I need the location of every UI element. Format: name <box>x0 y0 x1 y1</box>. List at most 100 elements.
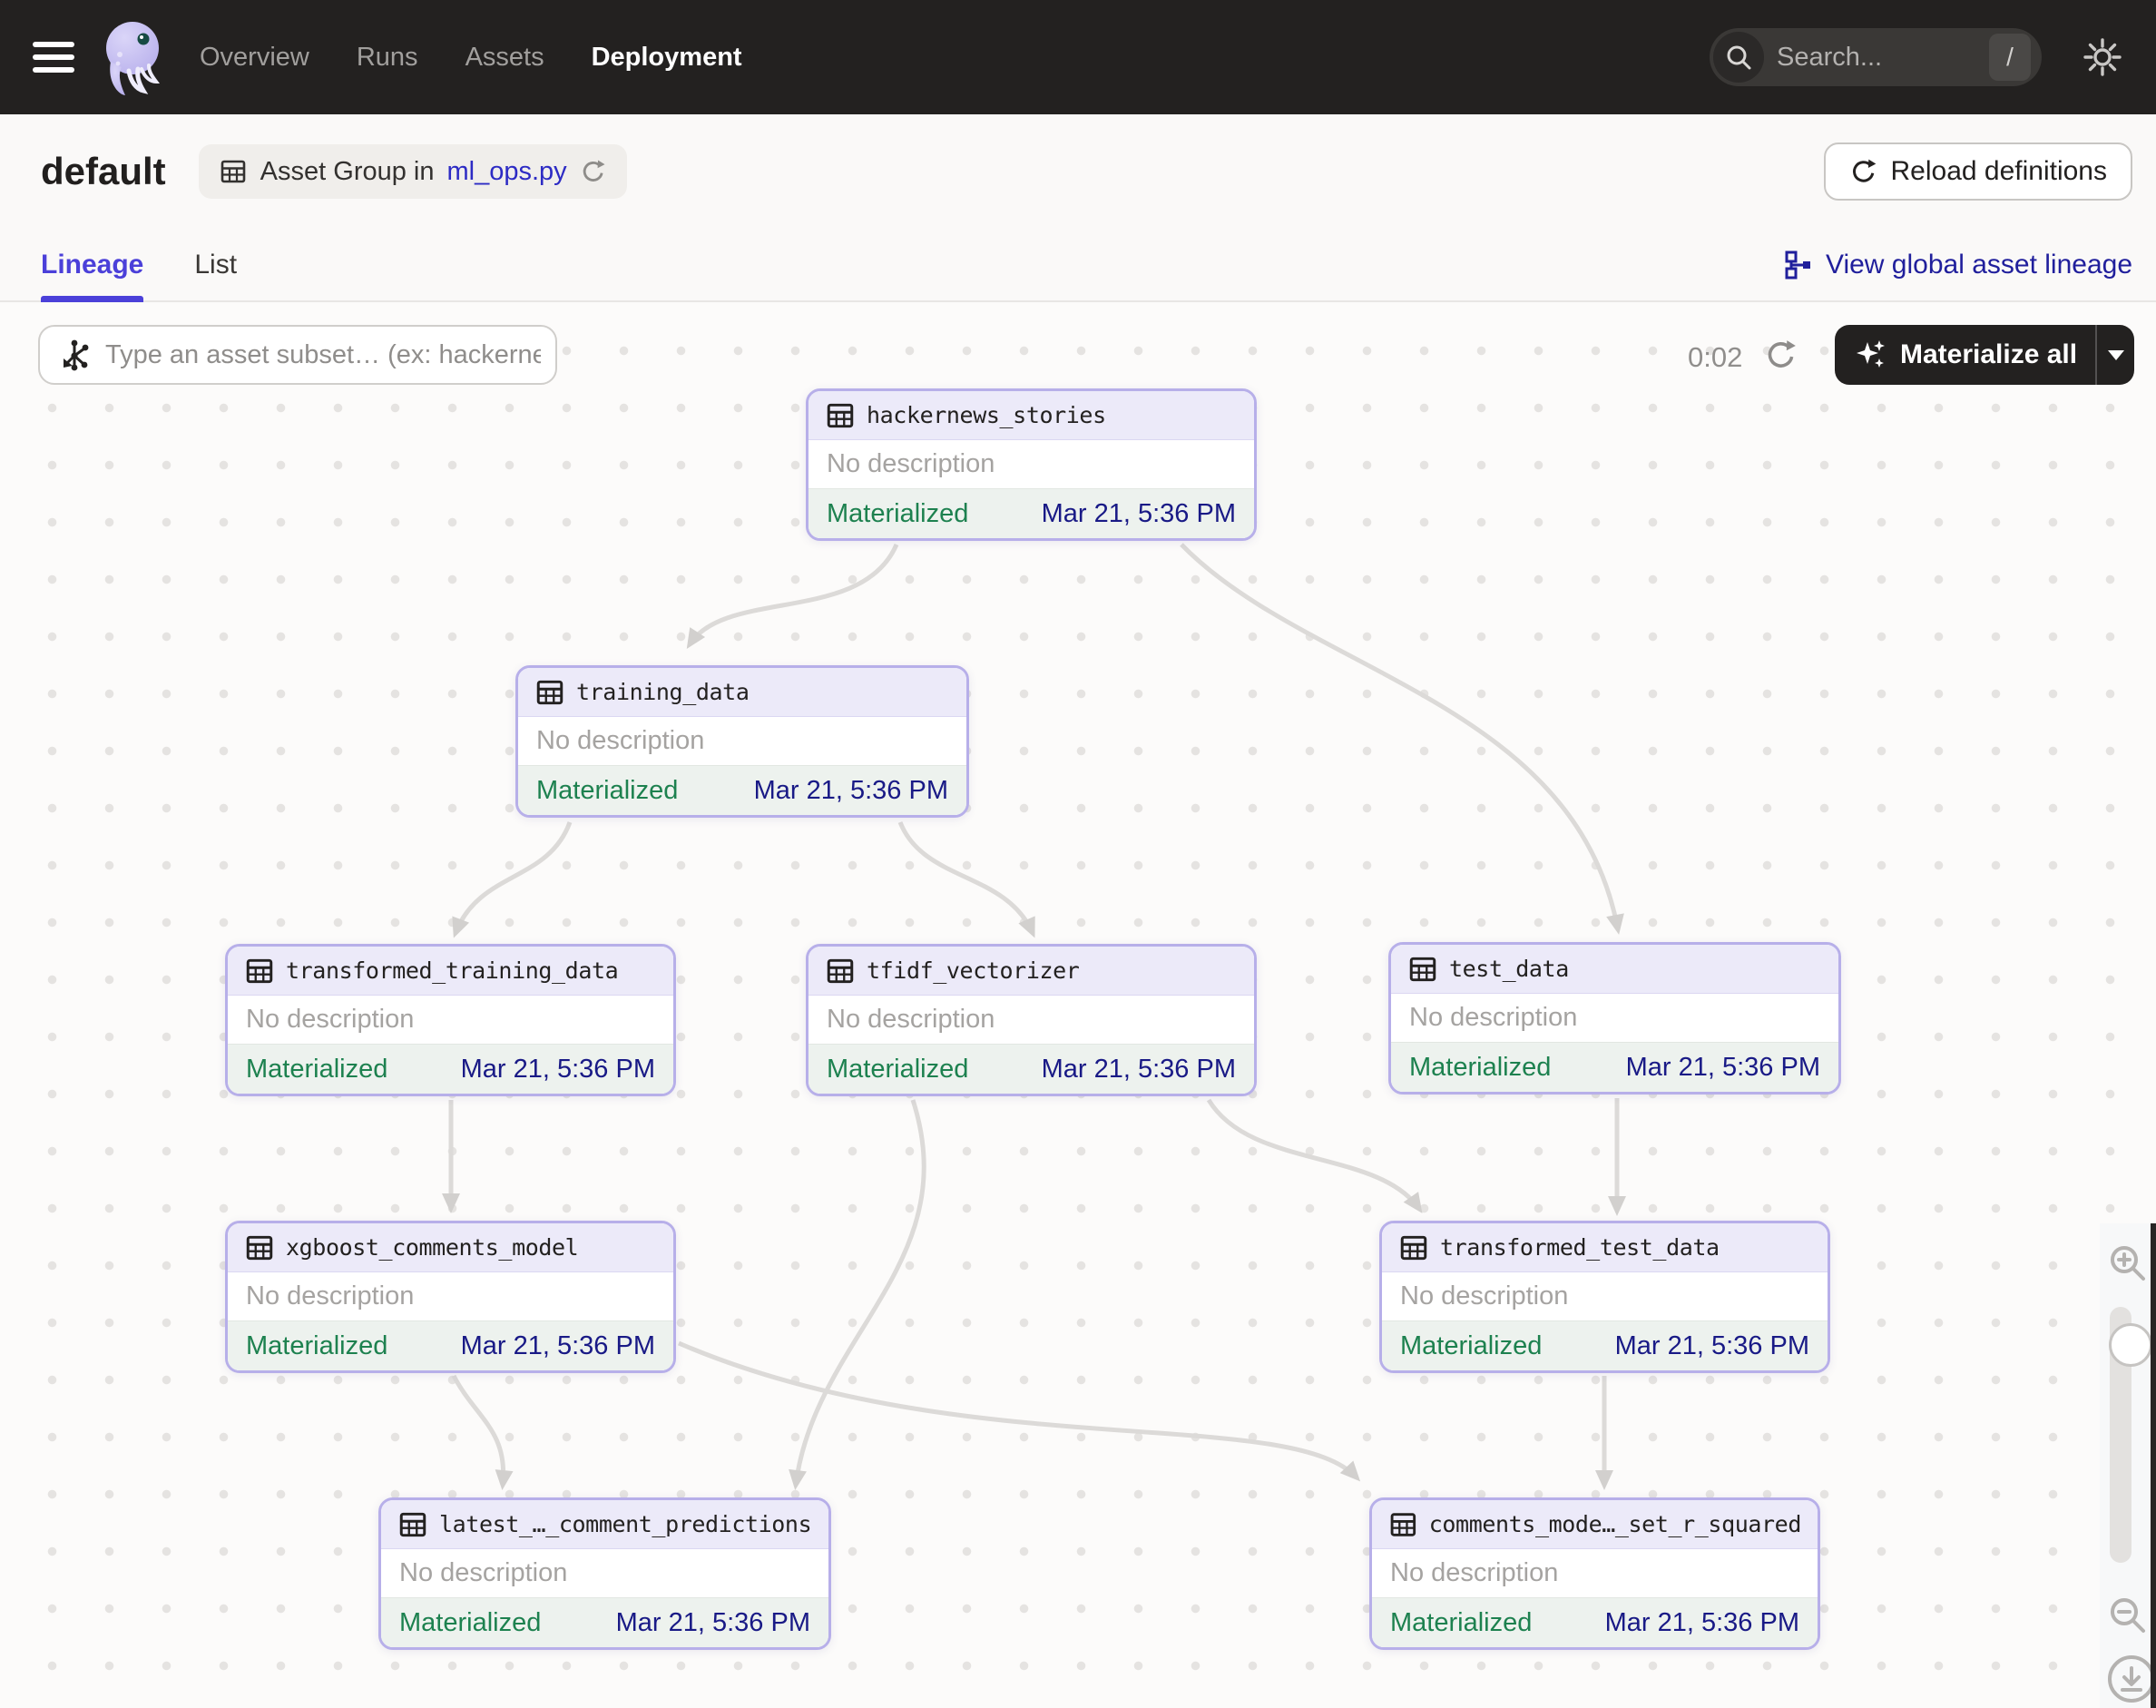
asset-node-footer: Materialized Mar 21, 5:36 PM <box>1372 1597 1818 1647</box>
search-shortcut-badge: / <box>1989 34 2031 81</box>
dagster-logo[interactable] <box>98 18 169 96</box>
asset-node[interactable]: hackernews_stories No description Materi… <box>806 388 1257 541</box>
asset-node-body: No description <box>1391 994 1838 1042</box>
sparkle-icon <box>1857 340 1885 368</box>
asset-timestamp[interactable]: Mar 21, 5:36 PM <box>1615 1331 1809 1361</box>
asset-node-header: test_data <box>1391 945 1838 994</box>
global-search[interactable]: / <box>1710 28 2042 86</box>
zoom-slider-thumb[interactable] <box>2109 1323 2152 1367</box>
asset-node-body: No description <box>518 717 966 765</box>
asset-timestamp[interactable]: Mar 21, 5:36 PM <box>754 776 948 806</box>
asset-node[interactable]: tfidf_vectorizer No description Material… <box>806 944 1257 1096</box>
asset-node-footer: Materialized Mar 21, 5:36 PM <box>228 1044 673 1094</box>
asset-node-header: latest_…_comment_predictions <box>381 1500 828 1549</box>
materialize-all-button[interactable]: Materialize all <box>1835 325 2134 385</box>
window-scrollbar[interactable] <box>2151 1223 2156 1708</box>
asset-node-footer: Materialized Mar 21, 5:36 PM <box>808 1044 1254 1094</box>
asset-name: comments_mode…_set_r_squared <box>1428 1511 1802 1537</box>
asset-status: Materialized <box>246 1330 388 1360</box>
nav-item-overview[interactable]: Overview <box>200 43 309 73</box>
asset-timestamp[interactable]: Mar 21, 5:36 PM <box>616 1608 810 1638</box>
asset-description: No description <box>536 726 705 755</box>
asset-filter-input[interactable] <box>105 339 541 370</box>
graph-refresh-icon[interactable] <box>1764 338 1798 372</box>
asset-node-footer: Materialized Mar 21, 5:36 PM <box>808 488 1254 538</box>
asset-description: No description <box>246 1005 415 1034</box>
asset-node[interactable]: transformed_test_data No description Mat… <box>1379 1221 1830 1373</box>
asset-description: No description <box>1409 1003 1578 1032</box>
asset-name: test_data <box>1449 956 1569 982</box>
settings-gear-icon[interactable] <box>2082 36 2123 78</box>
asset-node-body: No description <box>808 440 1254 488</box>
search-input[interactable] <box>1764 42 1989 73</box>
search-icon <box>1713 32 1764 83</box>
refresh-timer: 0:02 <box>1688 341 1743 373</box>
zoom-out-icon[interactable] <box>2106 1594 2150 1637</box>
asset-node-footer: Materialized Mar 21, 5:36 PM <box>518 765 966 815</box>
asset-timestamp[interactable]: Mar 21, 5:36 PM <box>461 1055 655 1085</box>
materialize-dropdown-caret[interactable] <box>2097 349 2134 361</box>
asset-node-header: transformed_training_data <box>228 947 673 996</box>
asset-name: xgboost_comments_model <box>286 1234 579 1261</box>
table-icon <box>827 958 854 983</box>
table-icon <box>246 1235 273 1260</box>
asset-node[interactable]: latest_…_comment_predictions No descript… <box>378 1497 831 1650</box>
table-icon <box>399 1512 426 1536</box>
asset-node-header: training_data <box>518 668 966 717</box>
asset-node-body: No description <box>808 996 1254 1044</box>
asset-name: transformed_training_data <box>286 957 619 984</box>
asset-status: Materialized <box>1400 1330 1543 1360</box>
asset-description: No description <box>246 1281 415 1310</box>
asset-timestamp[interactable]: Mar 21, 5:36 PM <box>461 1331 655 1361</box>
asset-node[interactable]: xgboost_comments_model No description Ma… <box>225 1221 676 1373</box>
top-navbar: Overview Runs Assets Deployment / <box>0 0 2156 114</box>
asset-timestamp[interactable]: Mar 21, 5:36 PM <box>1605 1608 1799 1638</box>
zoom-slider[interactable] <box>2109 1307 2152 1563</box>
nav-item-assets[interactable]: Assets <box>466 43 544 73</box>
asset-node-header: transformed_test_data <box>1382 1223 1828 1272</box>
asset-selection-icon <box>64 339 89 371</box>
asset-node-body: No description <box>1382 1272 1828 1320</box>
asset-node[interactable]: transformed_training_data No description… <box>225 944 676 1096</box>
dagster-app: { "nav": { "items": [ {"label": "Overvie… <box>0 0 2156 1708</box>
asset-description: No description <box>1390 1558 1559 1587</box>
table-icon <box>1400 1235 1427 1260</box>
asset-name: latest_…_comment_predictions <box>439 1511 812 1537</box>
table-icon <box>536 680 564 704</box>
asset-timestamp[interactable]: Mar 21, 5:36 PM <box>1042 499 1236 529</box>
asset-node-header: tfidf_vectorizer <box>808 947 1254 996</box>
table-icon <box>246 958 273 983</box>
asset-status: Materialized <box>399 1607 542 1637</box>
asset-node-footer: Materialized Mar 21, 5:36 PM <box>1391 1042 1838 1092</box>
asset-nodes-layer: hackernews_stories No description Materi… <box>0 0 2156 1708</box>
asset-node[interactable]: comments_mode…_set_r_squared No descript… <box>1369 1497 1820 1650</box>
asset-node-body: No description <box>228 996 673 1044</box>
materialize-all-label: Materialize all <box>1900 339 2078 369</box>
primary-nav: Overview Runs Assets Deployment <box>200 43 742 73</box>
asset-node[interactable]: training_data No description Materialize… <box>515 665 969 818</box>
nav-item-runs[interactable]: Runs <box>357 43 418 73</box>
table-icon <box>1390 1512 1416 1536</box>
asset-node-footer: Materialized Mar 21, 5:36 PM <box>1382 1320 1828 1370</box>
asset-description: No description <box>827 1005 995 1034</box>
asset-status: Materialized <box>246 1054 388 1084</box>
zoom-controls-panel <box>2100 1223 2156 1708</box>
asset-node-body: No description <box>228 1272 673 1320</box>
asset-status: Materialized <box>827 1054 969 1084</box>
asset-status: Materialized <box>1390 1607 1533 1637</box>
asset-name: transformed_test_data <box>1440 1234 1720 1261</box>
asset-node-body: No description <box>381 1549 828 1597</box>
table-icon <box>1409 957 1436 981</box>
asset-description: No description <box>827 449 995 478</box>
asset-timestamp[interactable]: Mar 21, 5:36 PM <box>1042 1055 1236 1085</box>
asset-node-body: No description <box>1372 1549 1818 1597</box>
asset-name: hackernews_stories <box>867 402 1106 428</box>
asset-status: Materialized <box>536 775 679 805</box>
nav-item-deployment[interactable]: Deployment <box>592 43 742 73</box>
asset-node-footer: Materialized Mar 21, 5:36 PM <box>381 1597 828 1647</box>
asset-timestamp[interactable]: Mar 21, 5:36 PM <box>1626 1053 1820 1083</box>
zoom-in-icon[interactable] <box>2106 1242 2150 1285</box>
hamburger-menu-icon[interactable] <box>33 42 74 73</box>
download-image-icon[interactable] <box>2106 1654 2156 1704</box>
asset-node[interactable]: test_data No description Materialized Ma… <box>1388 942 1841 1094</box>
